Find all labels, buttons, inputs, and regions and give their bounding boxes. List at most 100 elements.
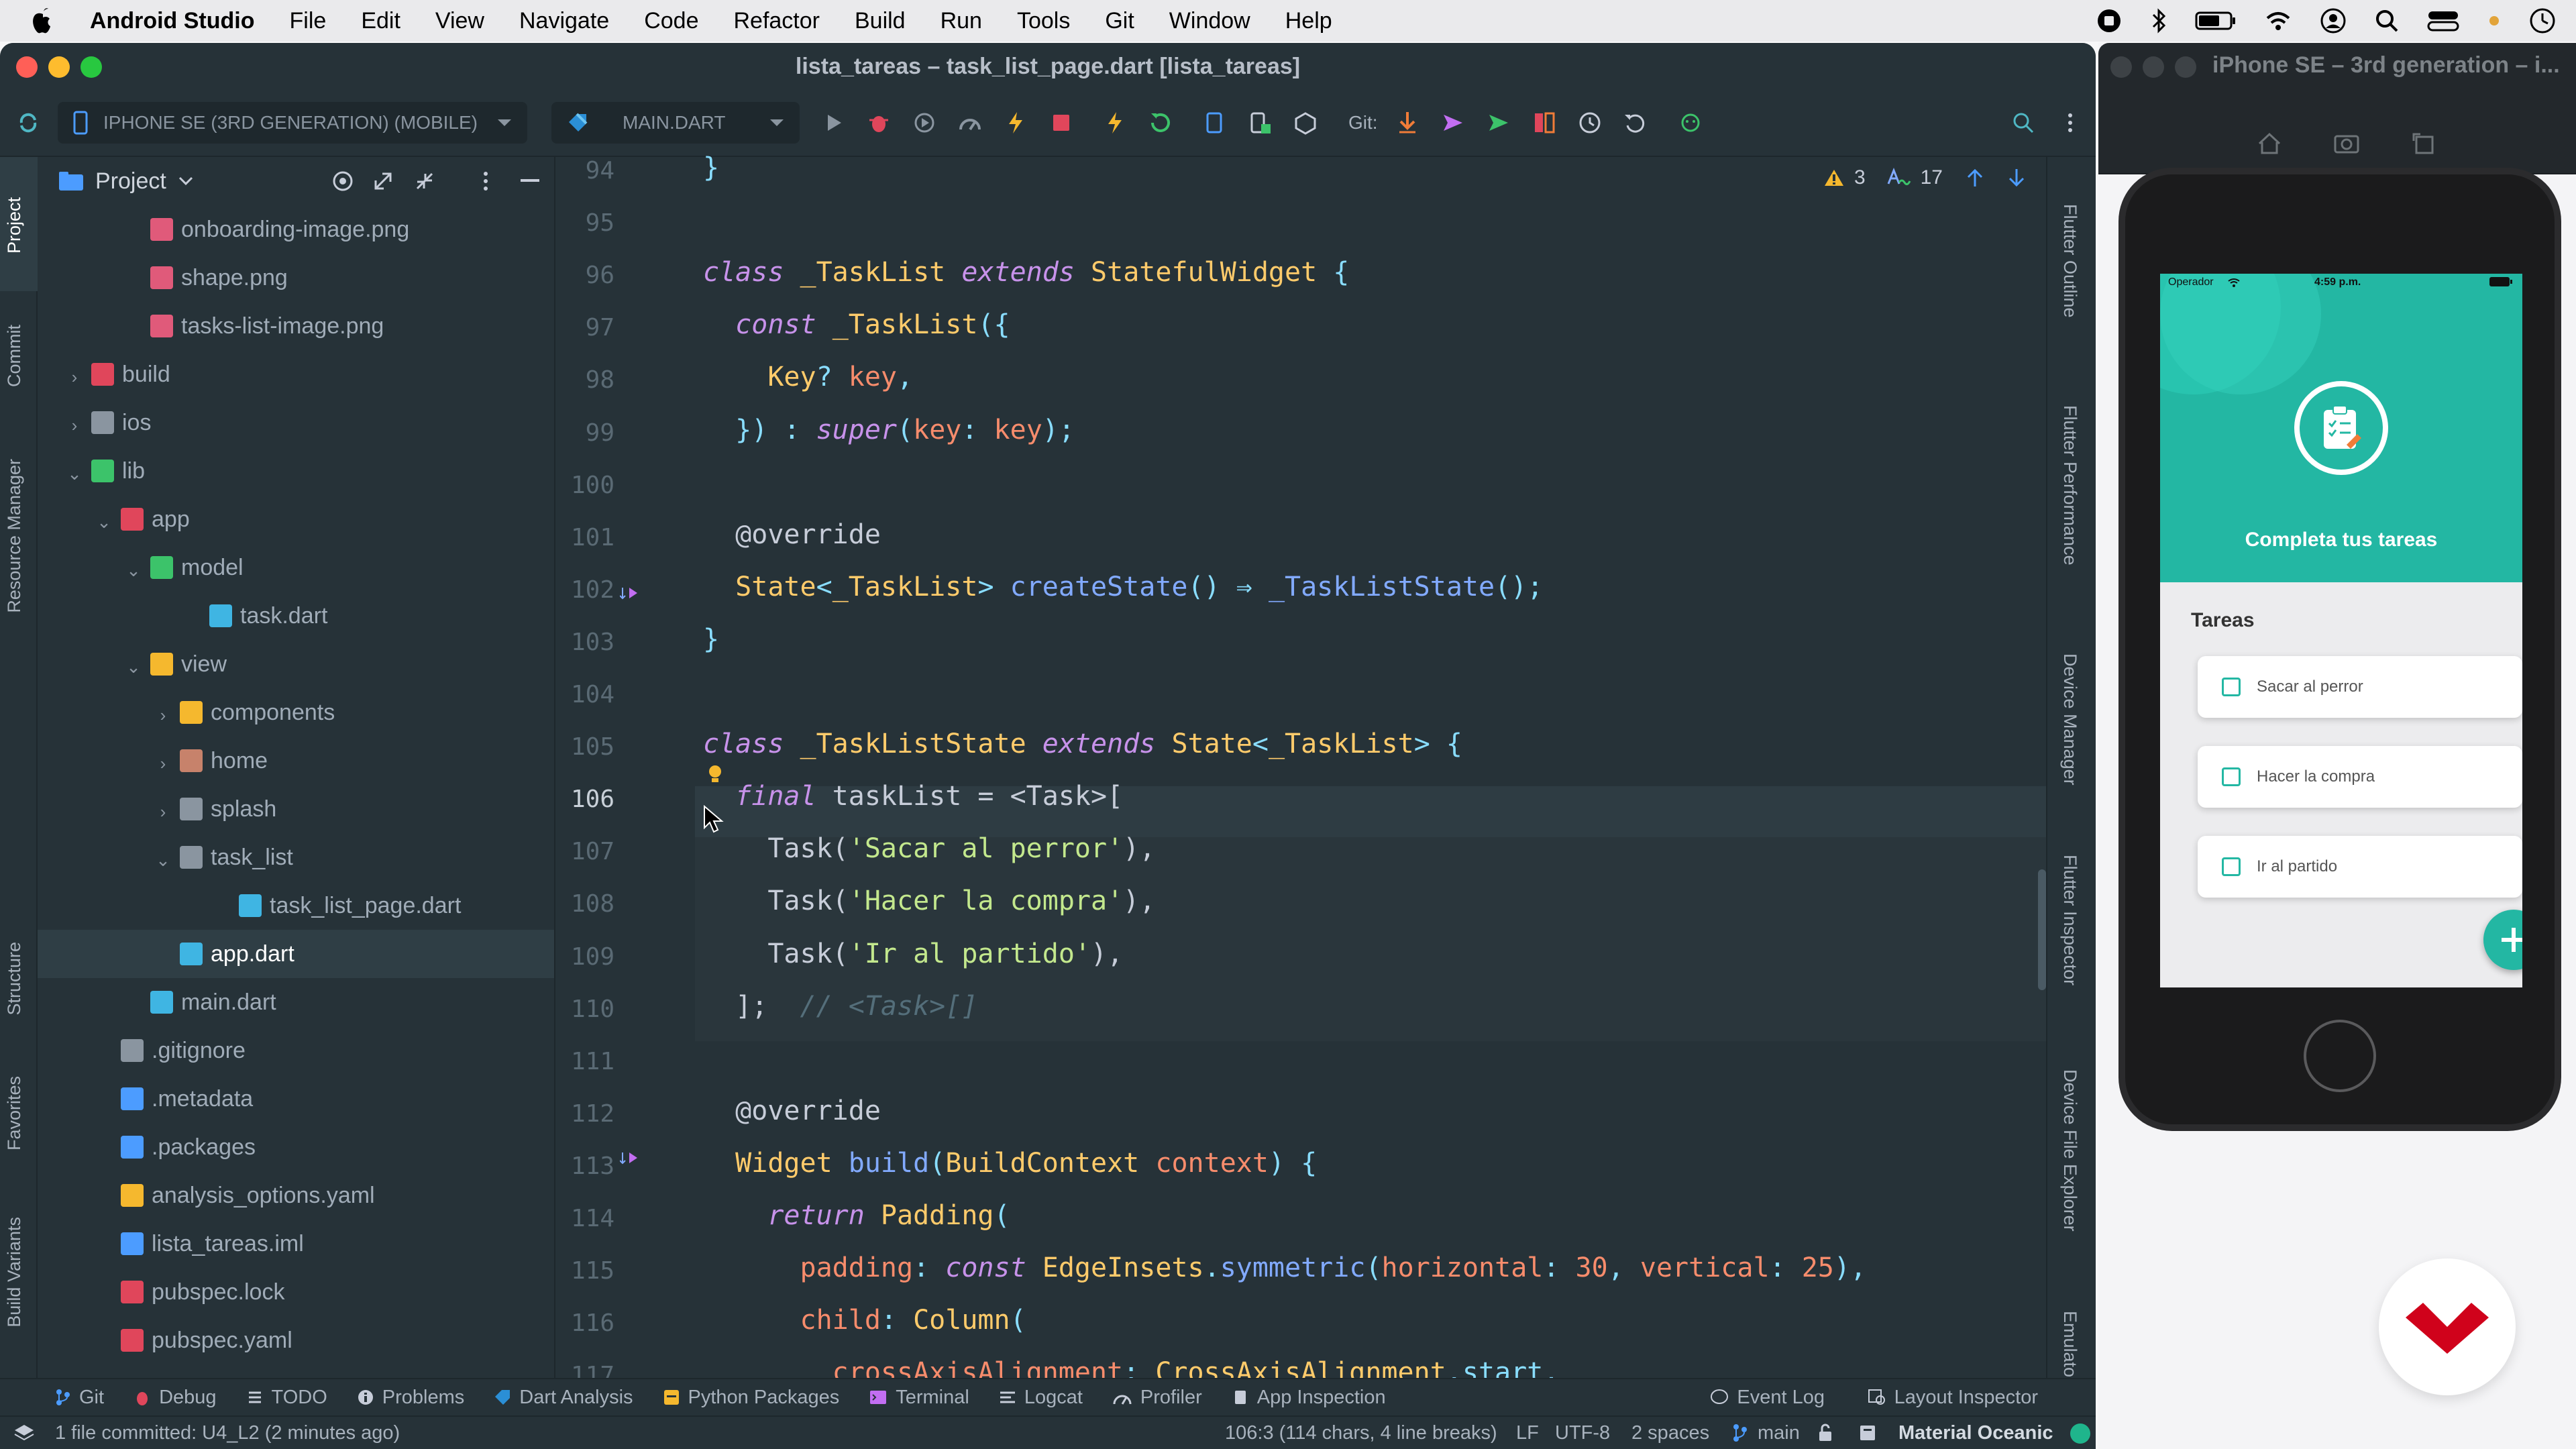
tab-build-variants[interactable]: Build Variants [4, 1217, 25, 1328]
menu-file[interactable]: File [290, 8, 327, 34]
apply-changes-icon[interactable] [1202, 111, 1226, 135]
tab-favorites[interactable]: Favorites [4, 1076, 25, 1150]
zoom-window-button[interactable] [80, 56, 102, 78]
toolwindow-profiler[interactable]: Profiler [1112, 1387, 1202, 1409]
hot-reload-icon[interactable] [1004, 111, 1028, 135]
locate-file-icon[interactable] [331, 170, 354, 193]
tab-flutter-inspector[interactable]: Flutter Inspector [2059, 855, 2080, 985]
toolwindow-problems[interactable]: Problems [357, 1387, 464, 1409]
menu-navigate[interactable]: Navigate [519, 8, 609, 34]
tree-item[interactable]: pubspec.lock [38, 1268, 554, 1316]
chevron-down-icon[interactable]: ⌄ [67, 464, 82, 484]
record-icon[interactable] [2096, 7, 2123, 34]
task-item[interactable]: Ir al partido [2198, 836, 2522, 898]
git-rollback-icon[interactable] [1623, 111, 1648, 135]
line-separator[interactable]: LF [1516, 1422, 1539, 1444]
clock-icon[interactable] [2529, 7, 2556, 34]
project-view-label[interactable]: Project [95, 168, 166, 195]
toolwindow-terminal[interactable]: Terminal [869, 1387, 969, 1409]
wifi-icon[interactable] [2265, 10, 2292, 32]
panel-options-icon[interactable] [483, 171, 488, 191]
tree-item[interactable]: .gitignore [38, 1026, 554, 1075]
git-push-icon[interactable] [1487, 111, 1511, 135]
tree-item[interactable]: main.dart [38, 978, 554, 1026]
tree-item[interactable]: shape.png [38, 254, 554, 302]
tab-project[interactable]: Project [4, 197, 25, 254]
inspection-widget[interactable]: 3 17 [1823, 166, 2026, 189]
indent-setting[interactable]: 2 spaces [1631, 1422, 1709, 1444]
tree-item[interactable]: ⌄ task_list [38, 833, 554, 881]
chevron-down-icon[interactable]: ⌄ [126, 560, 141, 580]
menu-build[interactable]: Build [855, 8, 906, 34]
run-config-selector[interactable]: MAIN.DART [551, 102, 800, 144]
git-branch[interactable]: main [1758, 1422, 1800, 1444]
tree-item[interactable]: analysis_options.yaml [38, 1171, 554, 1220]
file-encoding[interactable]: UTF-8 [1555, 1422, 1610, 1444]
menu-run[interactable]: Run [941, 8, 982, 34]
toolwindow-todo[interactable]: TODO [246, 1387, 327, 1409]
menu-tools[interactable]: Tools [1017, 8, 1070, 34]
emulator-close-button[interactable] [2110, 56, 2132, 78]
theme-name[interactable]: Material Oceanic [1898, 1422, 2053, 1444]
coverage-icon[interactable] [912, 111, 936, 135]
toolwindow-git[interactable]: Git [55, 1387, 104, 1409]
tree-item[interactable]: › ios [38, 398, 554, 447]
tree-item[interactable]: ⌄ view [38, 640, 554, 688]
tab-device-file-explorer[interactable]: Device File Explorer [2059, 1069, 2080, 1232]
emulator-zoom-button[interactable] [2175, 56, 2196, 78]
task-checkbox[interactable] [2222, 678, 2241, 696]
editor-scrollbar-thumb[interactable] [2038, 869, 2046, 990]
menu-window[interactable]: Window [1169, 8, 1250, 34]
spotlight-search-icon[interactable] [2375, 9, 2399, 33]
theme-indicator[interactable] [2070, 1424, 2090, 1444]
toolwindow-app-inspection[interactable]: App Inspection [1232, 1387, 1386, 1409]
code-editor[interactable]: } class _TaskList extends StatefulWidget … [695, 152, 2059, 1388]
tree-item[interactable]: pubspec.yaml [38, 1316, 554, 1364]
tree-item[interactable]: tasks-list-image.png [38, 302, 554, 350]
intention-bulb-icon[interactable] [706, 763, 724, 788]
tab-structure[interactable]: Structure [4, 942, 25, 1016]
chevron-down-icon[interactable]: ⌄ [97, 512, 111, 532]
toolwindow-debug[interactable]: Debug [133, 1387, 217, 1409]
override-marker-icon[interactable] [620, 585, 640, 601]
android-icon[interactable] [1677, 111, 1701, 135]
chevron-right-icon[interactable]: › [156, 753, 170, 773]
home-button[interactable] [2304, 1020, 2376, 1092]
tree-item[interactable]: task.dart [38, 592, 554, 640]
sync-icon[interactable] [16, 111, 40, 135]
tree-item[interactable]: onboarding-image.png [38, 205, 554, 254]
tree-item[interactable]: lista_tareas.iml [38, 1220, 554, 1268]
lock-icon[interactable] [1817, 1424, 1834, 1442]
tree-item[interactable]: app.dart [38, 930, 554, 978]
more-options-icon[interactable] [2063, 111, 2077, 135]
chevron-down-icon[interactable]: ⌄ [126, 657, 141, 677]
task-checkbox[interactable] [2222, 767, 2241, 786]
task-item[interactable]: Sacar al perror [2198, 656, 2522, 718]
phone-screen[interactable]: Operador 4:59 p.m. Completa tus tareas T… [2160, 274, 2522, 987]
toolwindow-logcat[interactable]: Logcat [999, 1387, 1083, 1409]
chevron-right-icon[interactable]: › [156, 802, 170, 822]
emulator-minimize-button[interactable] [2143, 56, 2164, 78]
apple-icon[interactable] [30, 5, 56, 37]
profile-icon[interactable] [958, 111, 982, 135]
hot-restart-icon[interactable] [1148, 111, 1173, 135]
chevron-down-icon[interactable] [178, 176, 193, 186]
hide-panel-icon[interactable] [521, 179, 539, 183]
override-marker-icon[interactable] [620, 1150, 640, 1166]
tab-commit[interactable]: Commit [4, 325, 25, 387]
tree-item[interactable]: .packages [38, 1123, 554, 1171]
close-window-button[interactable] [16, 56, 38, 78]
toolwindow-event-log[interactable]: Event Log [1710, 1387, 1825, 1409]
menu-help[interactable]: Help [1285, 8, 1332, 34]
device-manager-icon[interactable] [1248, 111, 1272, 135]
task-item[interactable]: Hacer la compra [2198, 746, 2522, 808]
toolwindow-python-packages[interactable]: Python Packages [663, 1387, 839, 1409]
tree-item[interactable]: › components [38, 688, 554, 737]
book-icon[interactable] [1858, 1424, 1877, 1442]
bluetooth-icon[interactable] [2151, 7, 2167, 34]
status-layers-icon[interactable] [13, 1424, 35, 1442]
app-name-menu[interactable]: Android Studio [90, 8, 255, 34]
siri-dot-icon[interactable] [2487, 14, 2501, 28]
control-center-icon[interactable] [2427, 9, 2459, 33]
add-task-button[interactable] [2483, 910, 2522, 970]
